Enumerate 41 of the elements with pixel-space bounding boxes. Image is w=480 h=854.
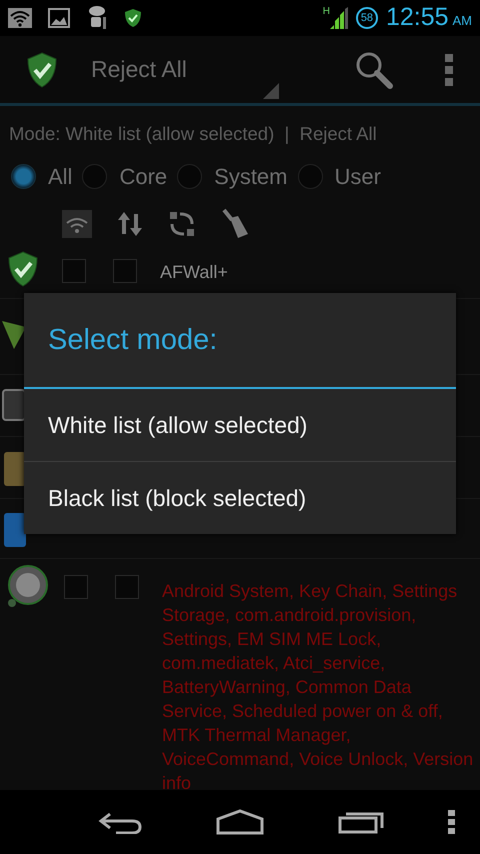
radio-label: User — [334, 162, 381, 190]
broom-icon[interactable] — [220, 208, 250, 240]
roaming-arrows-icon[interactable] — [168, 210, 196, 238]
picture-icon — [48, 8, 70, 28]
radio-button[interactable] — [177, 164, 202, 188]
wifi-icon — [8, 8, 32, 28]
clock-time: 12:55 — [386, 5, 448, 30]
back-icon[interactable] — [98, 810, 142, 834]
radio-label: System — [214, 162, 288, 191]
profile-spinner[interactable]: Reject All — [91, 52, 187, 87]
overflow-menu-icon[interactable] — [448, 810, 455, 834]
clock-app-icon — [2, 510, 26, 546]
up-down-arrows-icon[interactable] — [116, 210, 144, 238]
gear-icon — [6, 565, 48, 609]
radio-button[interactable] — [82, 164, 108, 188]
radio-button[interactable] — [298, 164, 322, 188]
network-type: H — [322, 7, 330, 17]
data-checkbox[interactable] — [113, 259, 137, 283]
signal-icon — [330, 7, 348, 29]
chart-app-icon — [2, 450, 26, 486]
android-cloud-icon — [86, 5, 108, 31]
wifi-icon[interactable] — [62, 210, 92, 238]
battery-level: 58 — [356, 7, 378, 29]
app-name: AFWall+ — [160, 261, 229, 284]
radio-label: All — [48, 162, 72, 190]
wifi-checkbox[interactable] — [64, 575, 88, 599]
dialog-option[interactable]: Black list (block selected) — [24, 462, 456, 534]
spinner-triangle-icon — [263, 83, 279, 99]
shield-logo-icon[interactable] — [25, 50, 59, 88]
radio-button[interactable] — [11, 164, 36, 188]
home-icon[interactable] — [216, 809, 264, 835]
shield-icon — [124, 8, 142, 28]
mode-status-text: Mode: White list (allow selected) | Reject All — [8, 122, 378, 146]
recent-apps-icon[interactable] — [338, 810, 384, 834]
app-name: Android System, Key Chain, Settings Storage, com.android.provision, Settings, EM SIM ME Lock, com.mediatek, Atci_service, BatteryWarning, Common Data Service, Scheduled power on & off, MTK Thermal Manager, VoiceCommand, Voice Unlock, Version info — [162, 580, 474, 795]
dialog-option[interactable]: White list (allow selected) — [24, 389, 456, 461]
radio-label: Core — [119, 162, 168, 190]
wifi-checkbox[interactable] — [62, 259, 86, 283]
clock-am-pm: AM — [452, 12, 472, 30]
data-checkbox[interactable] — [115, 575, 139, 599]
dialog-title: Select mode: — [24, 293, 456, 389]
